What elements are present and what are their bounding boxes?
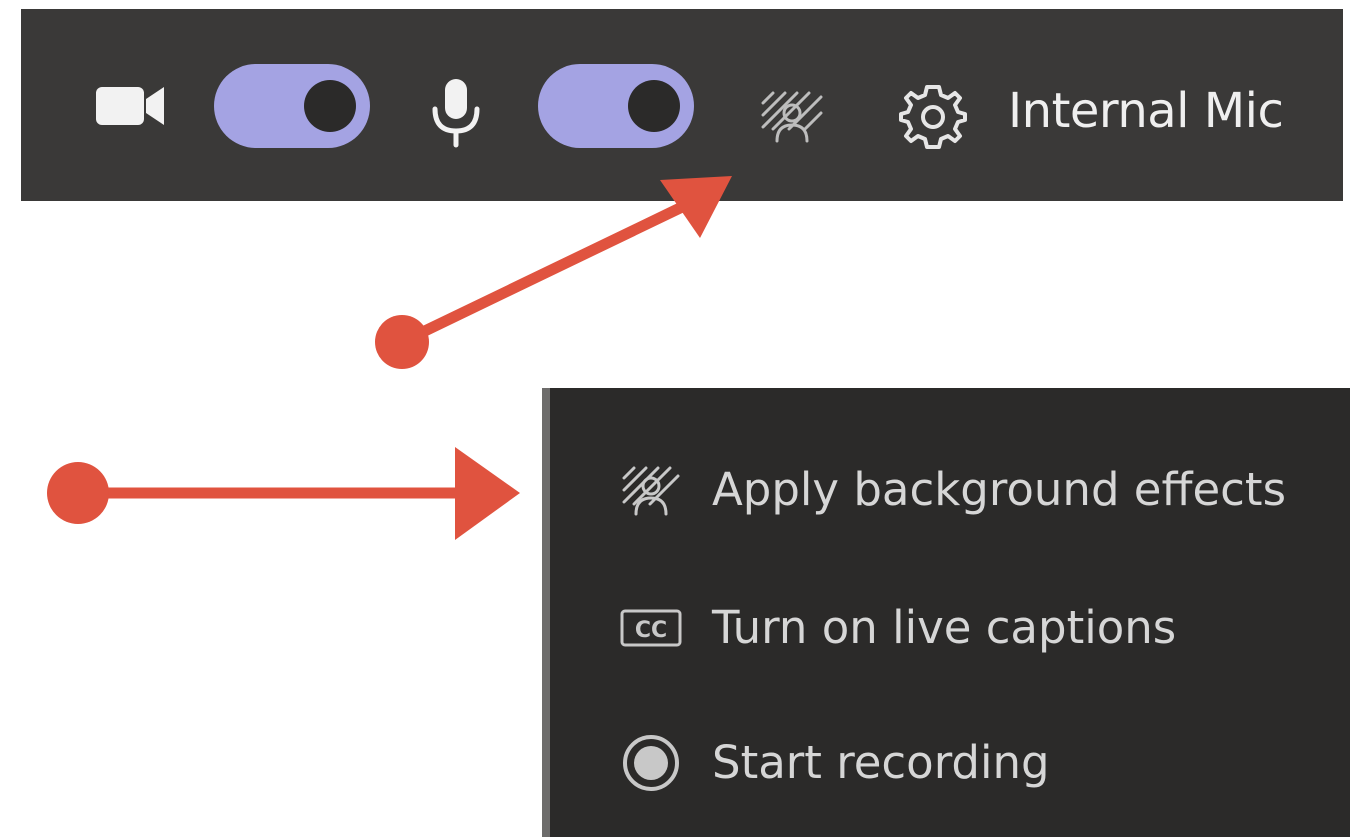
menu-item-live-captions[interactable]: CC Turn on live captions: [550, 568, 1350, 678]
closed-captions-icon: CC: [616, 598, 686, 658]
meeting-toolbar: Internal Mic: [21, 9, 1343, 201]
background-effects-icon[interactable]: [759, 89, 825, 144]
menu-item-background-effects[interactable]: Apply background effects: [550, 428, 1350, 538]
audio-device-label[interactable]: Internal Mic: [1008, 81, 1284, 141]
video-camera-icon: [94, 81, 168, 131]
menu-item-label: Start recording: [712, 736, 1050, 789]
menu-item-start-recording[interactable]: Start recording: [550, 703, 1350, 813]
background-effects-icon: [616, 460, 686, 520]
menu-item-label: Apply background effects: [712, 463, 1287, 516]
more-options-menu: Apply background effects CC Turn on live…: [542, 388, 1350, 837]
arrow-to-menu: [47, 447, 520, 540]
microphone-icon: [423, 77, 489, 149]
arrow-to-effects-button: [375, 176, 732, 369]
microphone-toggle[interactable]: [538, 64, 694, 148]
microphone-toggle-knob: [628, 80, 680, 132]
svg-text:CC: CC: [635, 618, 667, 643]
camera-toggle[interactable]: [214, 64, 370, 148]
camera-toggle-knob: [304, 80, 356, 132]
gear-icon[interactable]: [897, 83, 969, 149]
menu-item-label: Turn on live captions: [712, 601, 1177, 654]
record-icon: [616, 733, 686, 793]
